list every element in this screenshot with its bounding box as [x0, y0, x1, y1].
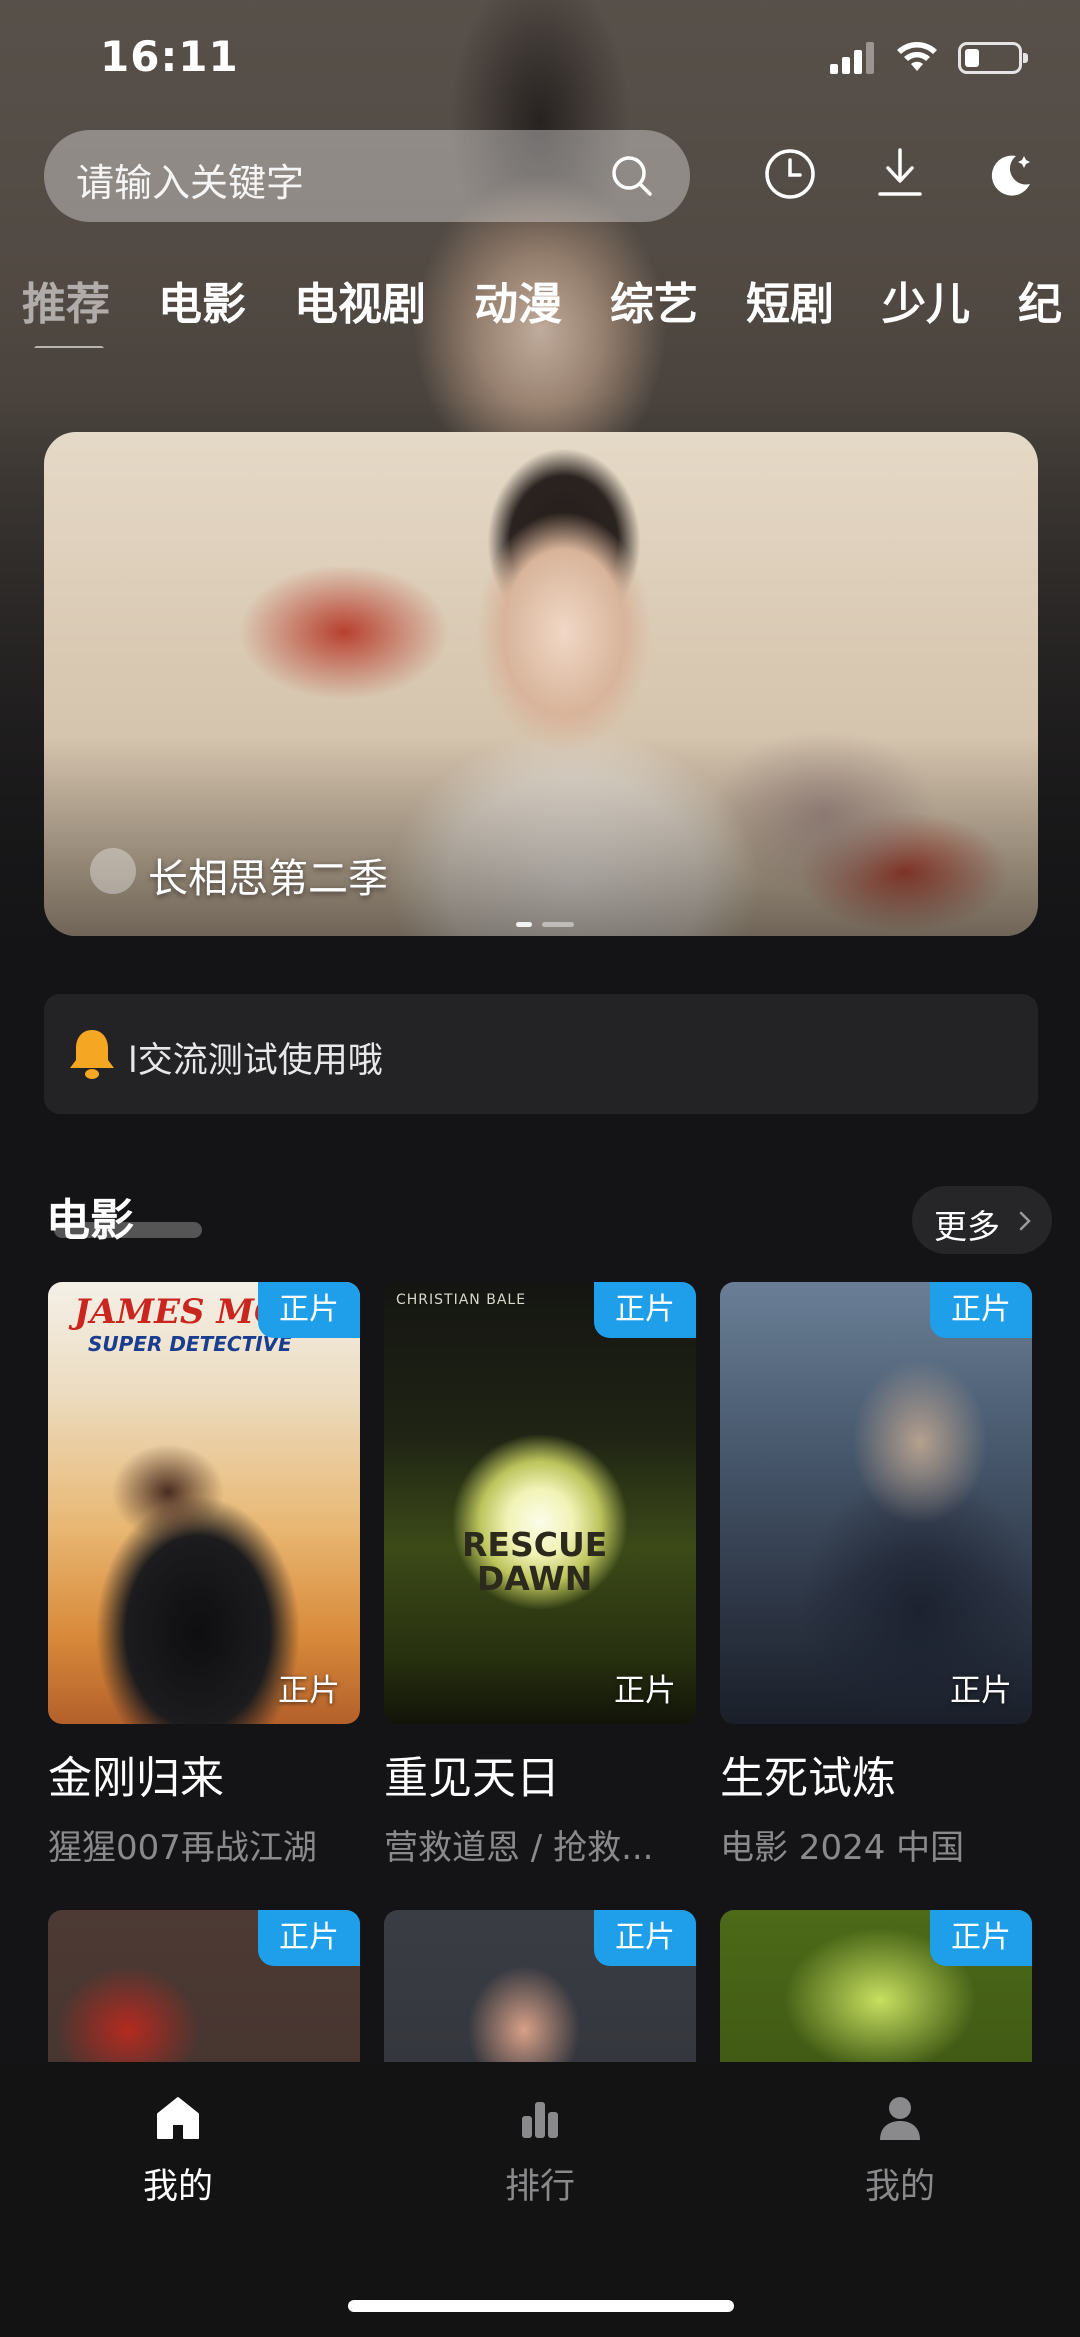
status-bar: 16:11 — [0, 0, 1080, 120]
more-button[interactable]: 更多 — [912, 1186, 1052, 1254]
tab-documentary[interactable]: 纪 — [1018, 268, 1062, 332]
movie-card[interactable]: JAMES MO SUPER DETECTIVE 正片 正片 金刚归来 猩猩00… — [48, 1282, 360, 1869]
bell-icon — [70, 1030, 114, 1079]
movie-card[interactable]: CHRISTIAN BALE RESCUE DAWN 正片 正片 重见天日 营救道… — [384, 1282, 696, 1869]
home-icon — [157, 2097, 199, 2139]
home-indicator — [348, 2300, 734, 2312]
movie-subtitle: 营救道恩 / 抢救... — [384, 1828, 654, 1868]
status-badge: 正片 — [258, 1910, 360, 1966]
movie-subtitle: 电影 2024 中国 — [720, 1828, 965, 1868]
movie-poster[interactable]: 正片 — [48, 1910, 360, 2062]
search-placeholder: 请输入关键字 — [76, 161, 305, 205]
movie-card[interactable]: 正片 正片 生死试炼 电影 2024 中国 — [720, 1282, 1032, 1869]
tab-movie[interactable]: 电影 — [158, 268, 246, 332]
pagination-dot-active — [516, 922, 532, 927]
movie-row-partial: 正片 正片 正片 — [0, 1910, 1080, 2062]
poster-subtitle-text: SUPER DETECTIVE — [88, 1332, 292, 1356]
nav-label: 我的 — [864, 2167, 935, 2207]
poster-corner-label: 正片 — [614, 1673, 676, 1709]
movie-title: 金刚归来 — [48, 1753, 224, 1804]
movie-poster[interactable]: 正片 — [720, 1910, 1032, 2062]
tab-short-drama[interactable]: 短剧 — [746, 268, 834, 332]
movie-subtitle: 猩猩007再战江湖 — [48, 1828, 317, 1868]
pagination-dot — [542, 922, 574, 927]
more-label: 更多 — [934, 1207, 1000, 1246]
banner-pagination — [516, 912, 584, 931]
poster-title-text: CHRISTIAN BALE — [396, 1292, 527, 1308]
nav-label: 排行 — [504, 2167, 575, 2207]
notice-text: l交流测试使用哦 — [128, 1041, 383, 1081]
status-badge: 正片 — [930, 1282, 1032, 1338]
poster-title-text: JAMES MO — [74, 1292, 284, 1332]
moon-icon[interactable] — [980, 144, 1040, 204]
section-title: 电影 — [46, 1195, 134, 1246]
banner-brand-icon — [90, 848, 136, 894]
movie-title: 生死试炼 — [720, 1753, 896, 1804]
tab-kids[interactable]: 少儿 — [882, 268, 970, 332]
tab-recommend[interactable]: 推荐 — [22, 268, 110, 348]
tab-variety[interactable]: 综艺 — [610, 268, 698, 332]
status-badge: 正片 — [594, 1910, 696, 1966]
movie-title: 重见天日 — [384, 1753, 560, 1804]
nav-item-home[interactable]: 我的 — [78, 2092, 278, 2209]
status-badge: 正片 — [594, 1282, 696, 1338]
bottom-navigation: 我的 排行 我的 — [0, 2062, 1080, 2337]
nav-item-ranking[interactable]: 排行 — [440, 2092, 640, 2209]
chevron-right-icon — [1019, 1211, 1031, 1231]
poster-corner-label: 正片 — [278, 1673, 340, 1709]
tab-tv-series[interactable]: 电视剧 — [294, 268, 426, 332]
search-icon[interactable] — [608, 152, 656, 200]
nav-label: 我的 — [142, 2167, 213, 2207]
movie-poster[interactable]: JAMES MO SUPER DETECTIVE 正片 正片 — [48, 1282, 360, 1724]
wifi-icon — [897, 42, 937, 71]
download-icon[interactable] — [870, 144, 930, 204]
notice-bar[interactable]: l交流测试使用哦 — [44, 994, 1038, 1114]
cellular-signal-icon — [830, 42, 874, 74]
movie-poster[interactable]: 正片 正片 — [720, 1282, 1032, 1724]
user-icon — [880, 2097, 920, 2140]
nav-item-profile[interactable]: 我的 — [800, 2092, 1000, 2209]
status-badge: 正片 — [258, 1282, 360, 1338]
banner-title: 长相思第二季 — [148, 856, 388, 902]
featured-banner[interactable]: 长相思第二季 — [44, 432, 1038, 936]
movie-poster[interactable]: CHRISTIAN BALE RESCUE DAWN 正片 正片 — [384, 1282, 696, 1724]
banner-shade — [44, 736, 1038, 936]
history-icon[interactable] — [760, 144, 820, 204]
search-input[interactable]: 请输入关键字 — [44, 130, 690, 222]
status-time: 16:11 — [100, 32, 239, 81]
bar-chart-icon — [522, 2102, 558, 2138]
battery-icon — [958, 42, 1028, 74]
tab-anime[interactable]: 动漫 — [474, 268, 562, 332]
poster-subtitle-text: RESCUE DAWN — [462, 1525, 608, 1598]
poster-corner-label: 正片 — [950, 1673, 1012, 1709]
status-badge: 正片 — [930, 1910, 1032, 1966]
movie-poster[interactable]: 正片 — [384, 1910, 696, 2062]
category-tabs: 推荐 电影 电视剧 动漫 综艺 短剧 少儿纪 — [22, 268, 1080, 348]
